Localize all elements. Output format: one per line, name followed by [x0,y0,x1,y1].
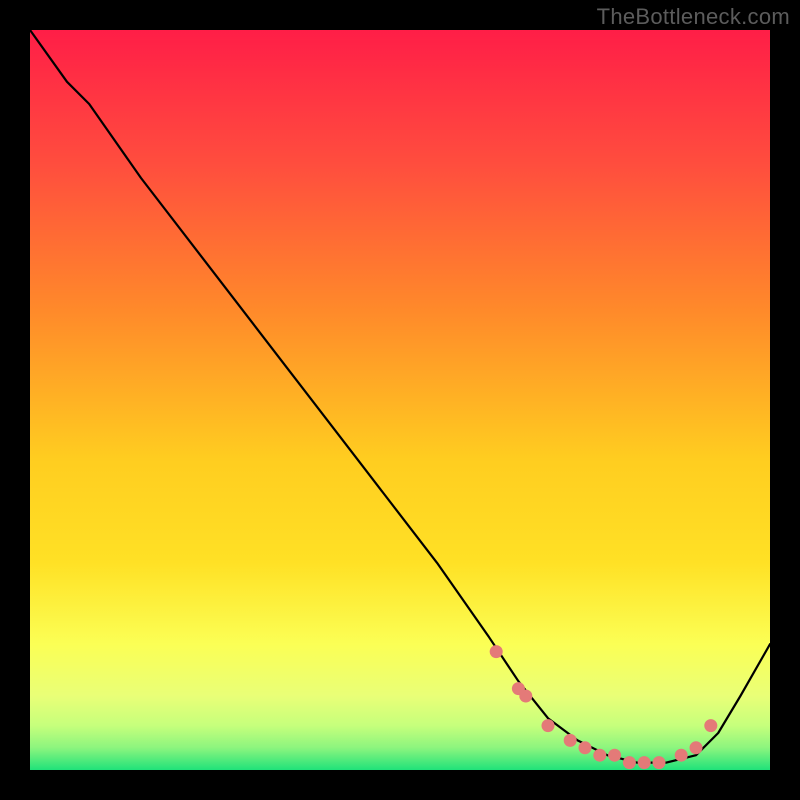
marker-dot [690,741,703,754]
gradient-bg [30,30,770,770]
plot-area [30,30,770,770]
marker-dot [490,645,503,658]
watermark-text: TheBottleneck.com [597,4,790,30]
marker-dot [608,749,621,762]
marker-dot [623,756,636,769]
marker-dot [675,749,688,762]
bottleneck-chart [30,30,770,770]
marker-dot [564,734,577,747]
marker-dot [593,749,606,762]
marker-dot [542,719,555,732]
marker-dot [653,756,666,769]
marker-dot [704,719,717,732]
chart-frame: TheBottleneck.com [0,0,800,800]
marker-dot [519,690,532,703]
marker-dot [638,756,651,769]
marker-dot [579,741,592,754]
